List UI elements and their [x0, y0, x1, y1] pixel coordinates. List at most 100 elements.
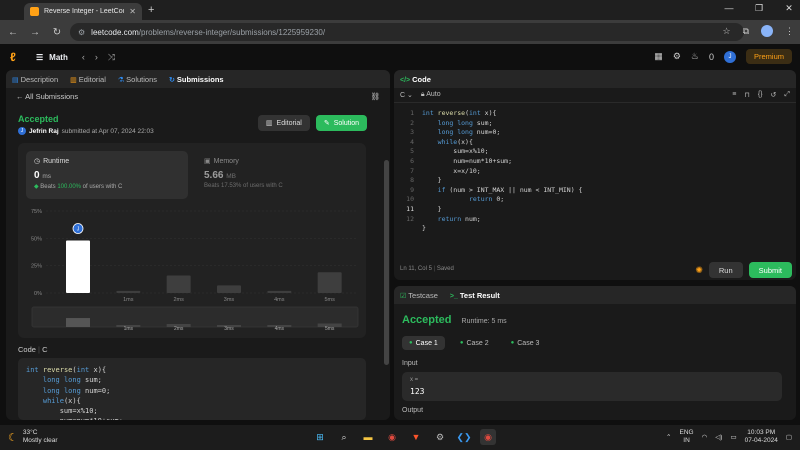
submit-button[interactable]: Submit [748, 262, 792, 278]
chrome-icon[interactable]: ◉ [384, 429, 400, 445]
site-info-icon[interactable]: ⚙ [78, 28, 85, 37]
runtime-beats-pct: 100.00% [57, 184, 81, 190]
line-number: 3 [410, 128, 414, 137]
code-editor[interactable]: 1 2 3 4 5 6 7 8 9 10 11 12 int reverse(int x){ long… [394, 105, 796, 255]
url-input[interactable]: ⚙ leetcode.com/problems/reverse-integer/… [70, 23, 744, 41]
input-label: Input [402, 360, 418, 367]
auto-mode-toggle[interactable]: 🔒︎ Auto [421, 91, 441, 99]
premium-button[interactable]: Premium [745, 49, 792, 64]
debug-icon[interactable]: ✺ [695, 265, 703, 276]
format-icon[interactable]: ≡ [732, 91, 736, 99]
user-avatar[interactable]: J [723, 50, 736, 63]
editor-line: while(x){ [437, 137, 473, 146]
memory-card[interactable]: ▣ Memory 5.66 MB Beats 17.53% of users wi… [196, 151, 358, 199]
line-number: 1 [410, 109, 414, 117]
case-3-tab[interactable]: ● Case 3 [504, 336, 547, 350]
next-problem-icon[interactable]: › [95, 52, 98, 63]
tray-chevron-up-icon[interactable]: ⌃ [666, 433, 671, 441]
prev-problem-icon[interactable]: ‹ [82, 52, 85, 63]
author-name[interactable]: Jefrin Raj [29, 128, 59, 135]
problem-list-title[interactable]: Math [49, 53, 68, 62]
wifi-icon[interactable]: ◠ [702, 433, 708, 441]
tab-description[interactable]: ▤ Description [12, 75, 58, 84]
close-tab-icon[interactable]: ✕ [129, 7, 136, 16]
chart-bar[interactable] [217, 285, 241, 293]
back-arrow-icon[interactable]: ← [4, 27, 22, 38]
editor-code-lines[interactable]: int reverse(int x){ long long sum; long … [422, 109, 582, 234]
battery-icon[interactable]: ▭ [730, 433, 736, 441]
case-1-tab[interactable]: ● Case 1 [402, 336, 445, 350]
maximize-icon[interactable]: ❐ [754, 3, 764, 14]
solution-button[interactable]: ✎ Solution [315, 115, 367, 131]
bookmark-icon[interactable]: ⊓ [744, 91, 749, 99]
y-tick-label: 50% [31, 236, 42, 242]
reload-icon[interactable]: ↻ [48, 27, 66, 38]
fullscreen-icon[interactable]: ⤢ [784, 91, 790, 99]
tab-test-result[interactable]: >_ Test Result [450, 291, 500, 300]
clock[interactable]: 10:03 PM 07-04-2024 [745, 429, 778, 445]
chart-bar[interactable] [116, 290, 141, 293]
brave-icon[interactable]: ▼ [408, 429, 424, 445]
line-number: 4 [410, 137, 414, 146]
notification-icon[interactable]: ▢ [786, 433, 792, 441]
share-link-icon[interactable]: ⛓ [370, 92, 380, 101]
weather-temp: 33°C [22, 429, 38, 436]
file-explorer-icon[interactable]: ▬ [360, 429, 376, 445]
left-panel-scrollbar[interactable] [384, 160, 389, 365]
terminal-icon: >_ [449, 292, 458, 300]
chrome-active-icon[interactable]: ◉ [480, 429, 496, 445]
streak-fire-icon[interactable]: ♨ [691, 51, 699, 62]
case-2-tab[interactable]: ● Case 2 [453, 336, 496, 350]
editorial-button[interactable]: ▥ Editorial [257, 115, 310, 131]
layout-grid-icon[interactable]: ▦ [654, 51, 663, 62]
author-avatar: J [18, 127, 26, 135]
browser-menu-icon[interactable]: ⋮ [785, 26, 794, 37]
editor-tabs: </> Code [394, 70, 796, 88]
memory-value: 5.66 [204, 170, 224, 181]
runtime-card[interactable]: ◷ Runtime 0 ms ◆ Beats 100.00% of users w… [26, 151, 188, 199]
braces-icon[interactable]: {} [758, 91, 763, 99]
volume-icon[interactable]: ◁) [715, 433, 722, 441]
new-tab-button[interactable]: + [148, 4, 154, 16]
chart-bar[interactable] [166, 275, 191, 293]
line-number: 8 [410, 176, 414, 185]
tab-editorial[interactable]: ▥ Editorial [70, 75, 106, 84]
problem-list-icon[interactable]: ☰ [36, 53, 43, 62]
result-status: Accepted [402, 314, 452, 326]
tab-testcase[interactable]: ☑ Testcase [400, 291, 438, 300]
weather-widget[interactable]: ☾ 33°C Mostly clear [8, 429, 58, 445]
bookmark-star-icon[interactable]: ☆ [722, 26, 730, 37]
browser-tab[interactable]: Reverse Integer - LeetCode ✕ [24, 3, 142, 20]
y-tick-label: 0% [34, 291, 42, 297]
tab-solutions[interactable]: ⚗ Solutions [118, 75, 157, 84]
weather-moon-icon: ☾ [8, 431, 18, 444]
vscode-icon[interactable]: ❮❯ [456, 429, 472, 445]
minimize-icon[interactable]: — [724, 3, 734, 14]
submitted-code-block[interactable]: int reverse(int x){ long long sum; long … [18, 358, 366, 420]
start-windows-icon[interactable]: ⊞ [312, 429, 328, 445]
language-select[interactable]: C ⌄ [400, 91, 413, 99]
editor-line: x=x/10; [422, 166, 481, 175]
close-window-icon[interactable]: ✕ [784, 3, 794, 14]
profile-avatar[interactable] [761, 25, 773, 37]
memory-unit: MB [226, 173, 236, 180]
search-icon[interactable]: ⌕ [336, 429, 352, 445]
chart-bar[interactable] [66, 240, 90, 293]
reset-icon[interactable]: ↺ [771, 91, 777, 99]
pass-dot-icon: ● [459, 340, 464, 346]
chart-bar[interactable] [317, 272, 342, 293]
shuffle-icon[interactable]: ⤨ [108, 52, 115, 63]
run-button[interactable]: Run [708, 262, 743, 278]
tab-submissions[interactable]: ↻ Submissions [169, 75, 224, 84]
tab-code[interactable]: </> Code [400, 75, 431, 84]
settings-icon[interactable]: ⚙ [432, 429, 448, 445]
forward-arrow-icon[interactable]: → [26, 27, 44, 38]
chart-bar[interactable] [267, 290, 292, 293]
address-bar-row: ← → ↻ ⚙ leetcode.com/problems/reverse-in… [0, 20, 800, 44]
leetcode-logo-icon[interactable]: ℓ [10, 50, 24, 64]
extensions-icon[interactable]: ⧉ [743, 26, 749, 37]
all-submissions-link[interactable]: ← All Submissions [16, 92, 78, 101]
editor-status: Ln 11, Col 5 | Saved [400, 266, 454, 272]
settings-gear-icon[interactable]: ⚙ [673, 51, 681, 62]
language-indicator[interactable]: ENG IN [680, 429, 694, 445]
